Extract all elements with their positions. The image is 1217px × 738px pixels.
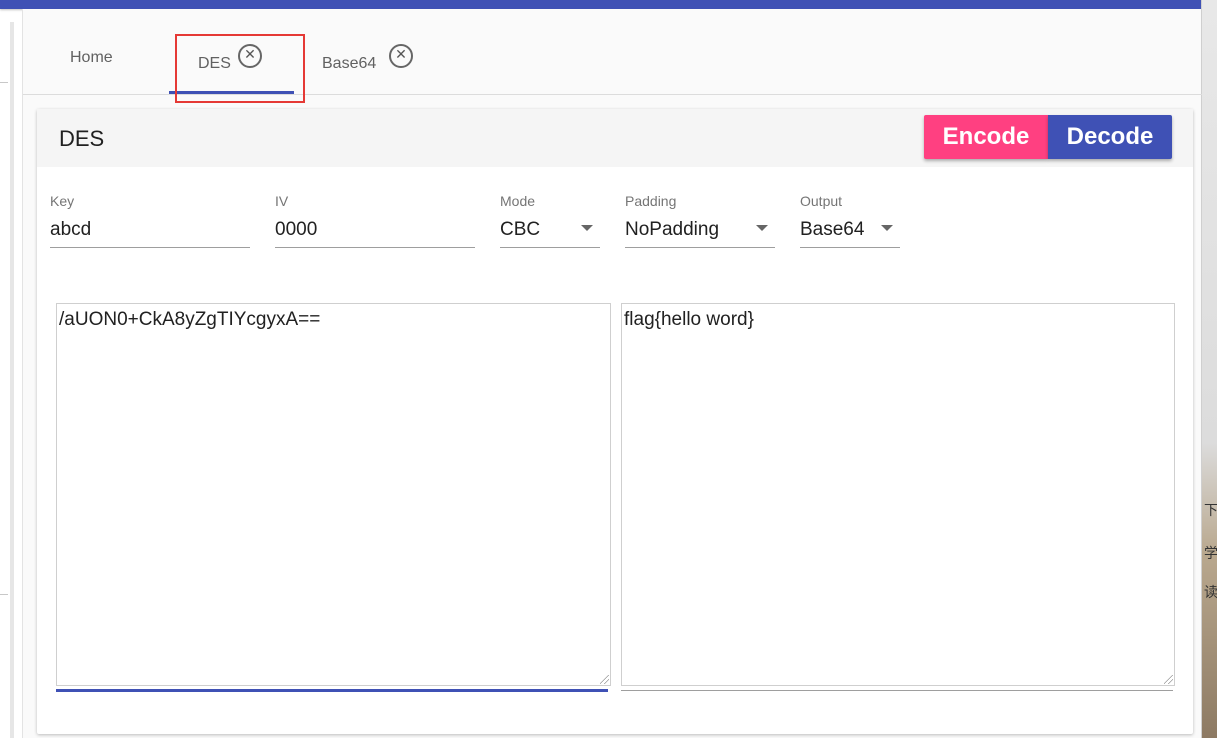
des-card: DES Encode Decode Key abcd IV 0000 Mode … [37, 109, 1193, 734]
app-top-bar [0, 0, 1203, 9]
decode-button[interactable]: Decode [1048, 115, 1172, 159]
side-glyph: 读 [1204, 585, 1217, 601]
key-field[interactable]: Key abcd [50, 193, 250, 248]
key-label: Key [50, 193, 75, 209]
padding-select[interactable]: Padding NoPadding [625, 193, 775, 248]
padding-value[interactable]: NoPadding [625, 219, 719, 241]
iv-field[interactable]: IV 0000 [275, 193, 475, 248]
padding-label: Padding [625, 193, 677, 209]
input-textarea[interactable]: /aUON0+CkA8yZgTIYcgyxA== [56, 303, 611, 686]
tab-bar: Home DES ✕ Base64 ✕ [23, 9, 1202, 103]
close-circle-icon[interactable]: ✕ [238, 44, 262, 68]
side-glyph: 学 [1204, 546, 1217, 562]
tab-base64[interactable]: Base64 [322, 55, 376, 73]
resize-grip-icon[interactable] [600, 675, 609, 684]
output-textarea[interactable]: flag{hello word} [621, 303, 1175, 686]
mode-underline [500, 247, 600, 248]
key-underline [50, 247, 250, 248]
key-input[interactable]: abcd [50, 219, 91, 241]
tab-des[interactable]: DES [198, 55, 231, 73]
left-edge-tick [0, 594, 8, 595]
output-label: Output [800, 193, 843, 209]
input-textarea-focus-line [56, 689, 608, 692]
output-underline [800, 247, 900, 248]
caret-down-icon[interactable] [756, 225, 768, 231]
side-glyph: 下 [1204, 503, 1217, 519]
resize-grip-icon[interactable] [1164, 675, 1173, 684]
mode-select[interactable]: Mode CBC [500, 193, 600, 248]
main-panel: Home DES ✕ Base64 ✕ DES Encode Decode Ke… [22, 9, 1202, 738]
card-header: DES Encode Decode [37, 109, 1193, 167]
tab-home[interactable]: Home [70, 49, 113, 67]
iv-underline [275, 247, 475, 248]
background-window-strip: 下 学 读 [1201, 0, 1217, 738]
output-select[interactable]: Output Base64 [800, 193, 900, 248]
caret-down-icon[interactable] [881, 225, 893, 231]
output-textarea-underline [621, 690, 1173, 691]
close-circle-icon[interactable]: ✕ [389, 44, 413, 68]
mode-value[interactable]: CBC [500, 219, 540, 241]
encode-button[interactable]: Encode [924, 115, 1048, 159]
active-tab-indicator [169, 91, 294, 94]
caret-down-icon[interactable] [581, 225, 593, 231]
card-title: DES [59, 126, 105, 151]
padding-underline [625, 247, 775, 248]
left-edge-tick [0, 82, 8, 83]
iv-label: IV [275, 193, 289, 209]
left-panel-edge [10, 22, 14, 738]
mode-label: Mode [500, 193, 536, 209]
output-value[interactable]: Base64 [800, 219, 864, 241]
iv-input[interactable]: 0000 [275, 219, 317, 241]
